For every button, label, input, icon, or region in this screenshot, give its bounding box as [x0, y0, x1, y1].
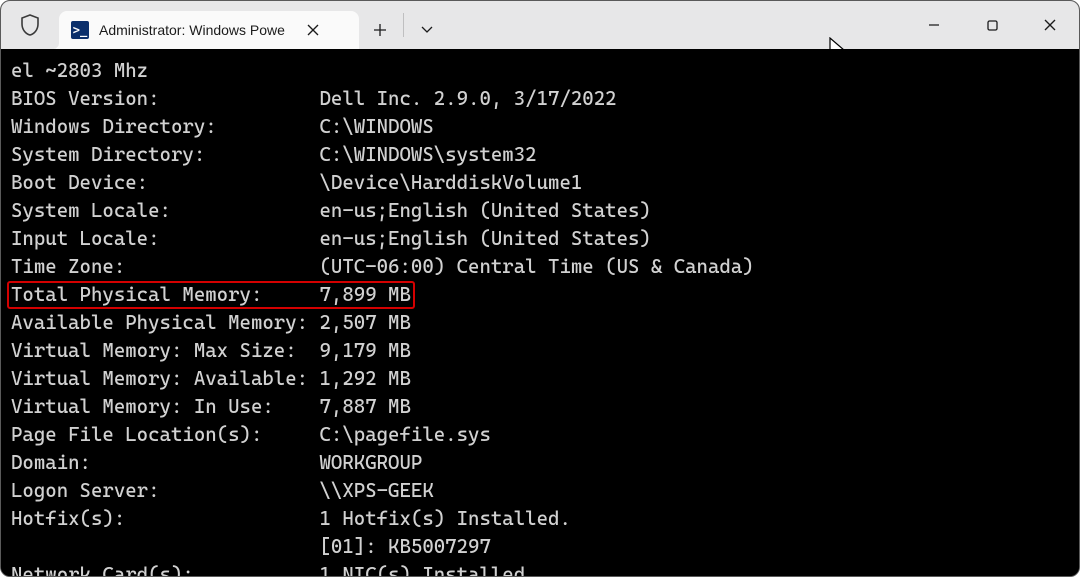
separator	[403, 13, 404, 37]
terminal-line: Domain: WORKGROUP	[11, 449, 1071, 477]
plus-icon	[373, 23, 387, 37]
close-icon	[1043, 18, 1057, 32]
app-menu-button[interactable]	[1, 1, 59, 49]
tab-title: Administrator: Windows Powe	[99, 22, 285, 38]
chevron-down-icon	[420, 25, 434, 35]
terminal-line: Windows Directory: C:\WINDOWS	[11, 113, 1071, 141]
maximize-icon	[986, 19, 999, 32]
terminal-line: Logon Server: \\XPS-GEEK	[11, 477, 1071, 505]
terminal-line: Network Card(s): 1 NIC(s) Installed.	[11, 561, 1071, 576]
terminal-line: System Directory: C:\WINDOWS\system32	[11, 141, 1071, 169]
tab-active[interactable]: >_ Administrator: Windows Powe	[59, 11, 359, 49]
terminal-line: Total Physical Memory: 7,899 MB	[11, 281, 1071, 309]
close-icon	[307, 24, 319, 36]
highlighted-line: Total Physical Memory: 7,899 MB	[7, 281, 415, 309]
tab-close-button[interactable]	[299, 16, 327, 44]
terminal-line: el ~2803 Mhz	[11, 57, 1071, 85]
terminal-line: Page File Location(s): C:\pagefile.sys	[11, 421, 1071, 449]
terminal-line: Input Locale: en-us;English (United Stat…	[11, 225, 1071, 253]
terminal-line: Boot Device: \Device\HarddiskVolume1	[11, 169, 1071, 197]
terminal-line: BIOS Version: Dell Inc. 2.9.0, 3/17/2022	[11, 85, 1071, 113]
powershell-icon: >_	[71, 21, 89, 39]
window-controls	[905, 1, 1079, 49]
terminal-line: [01]: KB5007297	[11, 533, 1071, 561]
terminal-output[interactable]: el ~2803 MhzBIOS Version: Dell Inc. 2.9.…	[1, 49, 1079, 576]
terminal-line: Available Physical Memory: 2,507 MB	[11, 309, 1071, 337]
maximize-button[interactable]	[963, 1, 1021, 49]
terminal-line: Time Zone: (UTC-06:00) Central Time (US …	[11, 253, 1071, 281]
window: >_ Administrator: Windows Powe	[0, 0, 1080, 577]
terminal-line: Virtual Memory: In Use: 7,887 MB	[11, 393, 1071, 421]
new-tab-dropdown-button[interactable]	[406, 11, 448, 49]
new-tab-button[interactable]	[359, 11, 401, 49]
close-window-button[interactable]	[1021, 1, 1079, 49]
titlebar[interactable]: >_ Administrator: Windows Powe	[1, 1, 1079, 49]
minimize-button[interactable]	[905, 1, 963, 49]
minimize-icon	[927, 18, 941, 32]
terminal-line: Virtual Memory: Available: 1,292 MB	[11, 365, 1071, 393]
terminal-line: Virtual Memory: Max Size: 9,179 MB	[11, 337, 1071, 365]
terminal-line: System Locale: en-us;English (United Sta…	[11, 197, 1071, 225]
shield-icon	[20, 14, 40, 36]
terminal-line: Hotfix(s): 1 Hotfix(s) Installed.	[11, 505, 1071, 533]
